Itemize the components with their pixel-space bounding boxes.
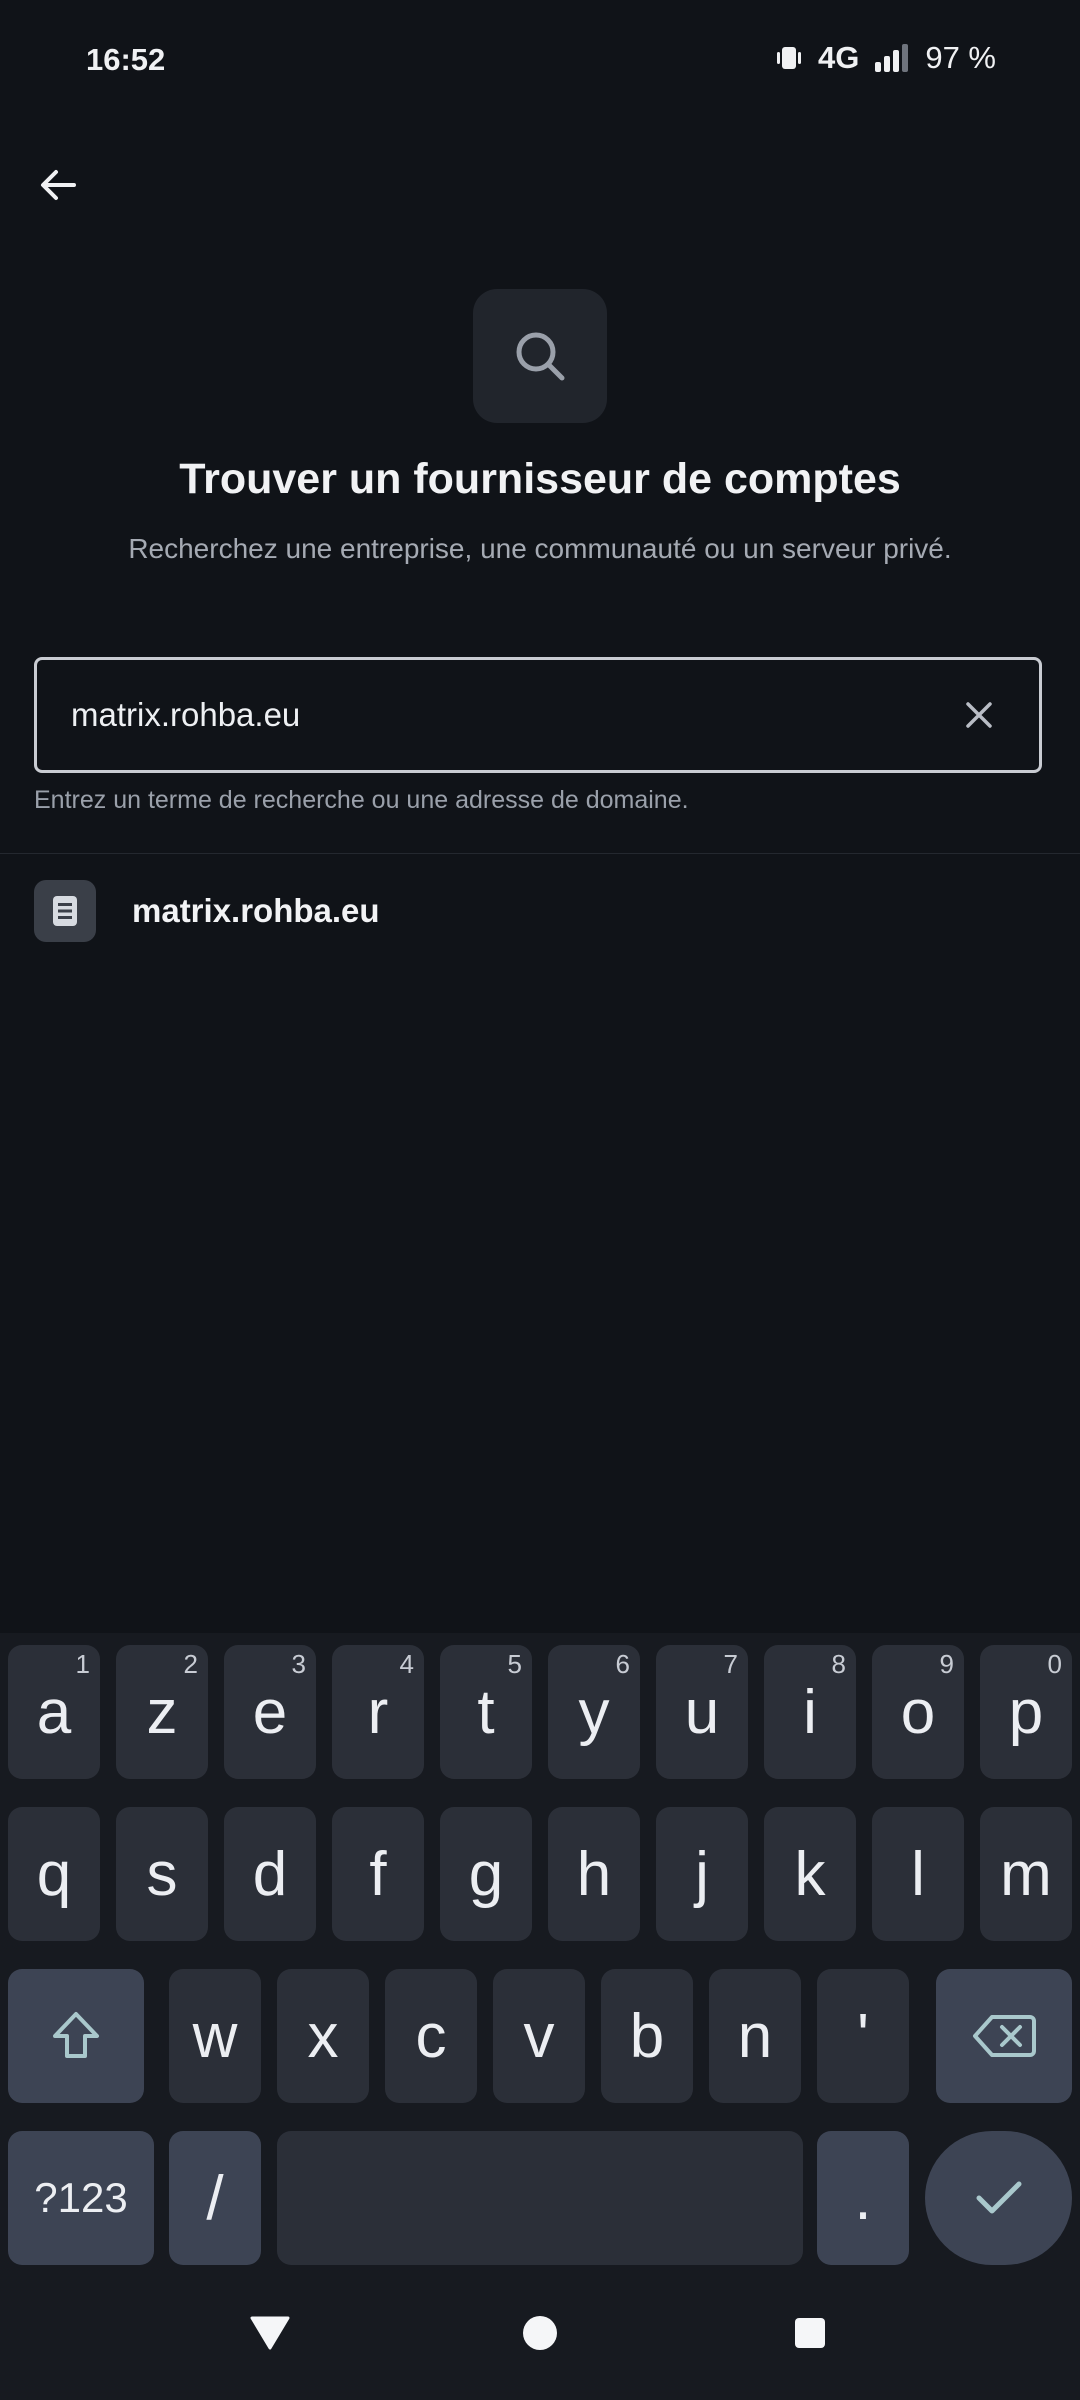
key-l[interactable]: l	[872, 1807, 964, 1941]
key-v[interactable]: v	[493, 1969, 585, 2103]
search-field[interactable]	[34, 657, 1042, 773]
result-icon-badge	[34, 880, 96, 942]
key-q[interactable]: q	[8, 1807, 100, 1941]
page-title: Trouver un fournisseur de comptes	[179, 455, 901, 503]
system-nav-bar	[0, 2273, 1080, 2400]
slash-key[interactable]: /	[169, 2131, 261, 2265]
key-m[interactable]: m	[980, 1807, 1072, 1941]
nav-back-button[interactable]	[240, 2303, 300, 2363]
key-j[interactable]: j	[656, 1807, 748, 1941]
nav-home-button[interactable]	[508, 2303, 572, 2363]
server-icon	[53, 896, 77, 926]
divider	[0, 853, 1080, 854]
key-w[interactable]: w	[169, 1969, 261, 2103]
list-item[interactable]: matrix.rohba.eu	[0, 866, 1080, 956]
nav-recents-button[interactable]	[780, 2303, 840, 2363]
status-indicators: 4G 97 %	[774, 40, 996, 76]
circle-home-icon	[523, 2316, 557, 2350]
result-label: matrix.rohba.eu	[132, 892, 380, 929]
key-e[interactable]: e3	[224, 1645, 316, 1779]
clear-search-button[interactable]	[949, 685, 1009, 745]
symbols-key[interactable]: ?123	[8, 2131, 154, 2265]
enter-key[interactable]	[925, 2131, 1072, 2265]
key-i[interactable]: i8	[764, 1645, 856, 1779]
search-input[interactable]	[69, 695, 949, 735]
key-k[interactable]: k	[764, 1807, 856, 1941]
key-p[interactable]: p0	[980, 1645, 1072, 1779]
vibrate-icon	[776, 47, 801, 69]
shift-icon	[53, 2012, 99, 2058]
key-c[interactable]: c	[385, 1969, 477, 2103]
key-x[interactable]: x	[277, 1969, 369, 2103]
key-f[interactable]: f	[332, 1807, 424, 1941]
triangle-back-icon	[250, 2316, 290, 2350]
space-key[interactable]	[277, 2131, 803, 2265]
hero-search-badge	[473, 289, 607, 423]
battery-level: 97 %	[925, 40, 996, 75]
search-icon	[516, 332, 565, 381]
key-s[interactable]: s	[116, 1807, 208, 1941]
page-subtitle: Recherchez une entreprise, une communaut…	[128, 533, 952, 564]
checkmark-icon	[976, 2181, 1021, 2214]
backspace-key[interactable]	[936, 1969, 1072, 2103]
backspace-icon	[973, 2015, 1036, 2057]
key-d[interactable]: d	[224, 1807, 316, 1941]
key-a[interactable]: a1	[8, 1645, 100, 1779]
key-y[interactable]: y6	[548, 1645, 640, 1779]
key-g[interactable]: g	[440, 1807, 532, 1941]
back-button[interactable]	[28, 155, 88, 215]
network-type: 4G	[817, 40, 860, 75]
key-t[interactable]: t5	[440, 1645, 532, 1779]
period-key[interactable]: .	[817, 2131, 909, 2265]
close-icon	[966, 702, 992, 728]
keyboard: a1 z2 e3 r4 t5 y6 u7 i8 o9 p0 q s d f g …	[0, 1633, 1080, 2273]
key-n[interactable]: n	[709, 1969, 801, 2103]
square-recents-icon	[795, 2318, 825, 2348]
key-o[interactable]: o9	[872, 1645, 964, 1779]
status-time: 16:52	[86, 42, 166, 77]
status-bar: 16:52 4G 97 %	[0, 0, 1080, 120]
signal-icon	[875, 44, 909, 72]
key-apostrophe[interactable]: '	[817, 1969, 909, 2103]
key-u[interactable]: u7	[656, 1645, 748, 1779]
key-z[interactable]: z2	[116, 1645, 208, 1779]
key-r[interactable]: r4	[332, 1645, 424, 1779]
key-h[interactable]: h	[548, 1807, 640, 1941]
shift-key[interactable]	[8, 1969, 144, 2103]
key-b[interactable]: b	[601, 1969, 693, 2103]
search-helper-text: Entrez un terme de recherche ou une adre…	[34, 786, 689, 814]
arrow-left-icon	[41, 170, 76, 200]
